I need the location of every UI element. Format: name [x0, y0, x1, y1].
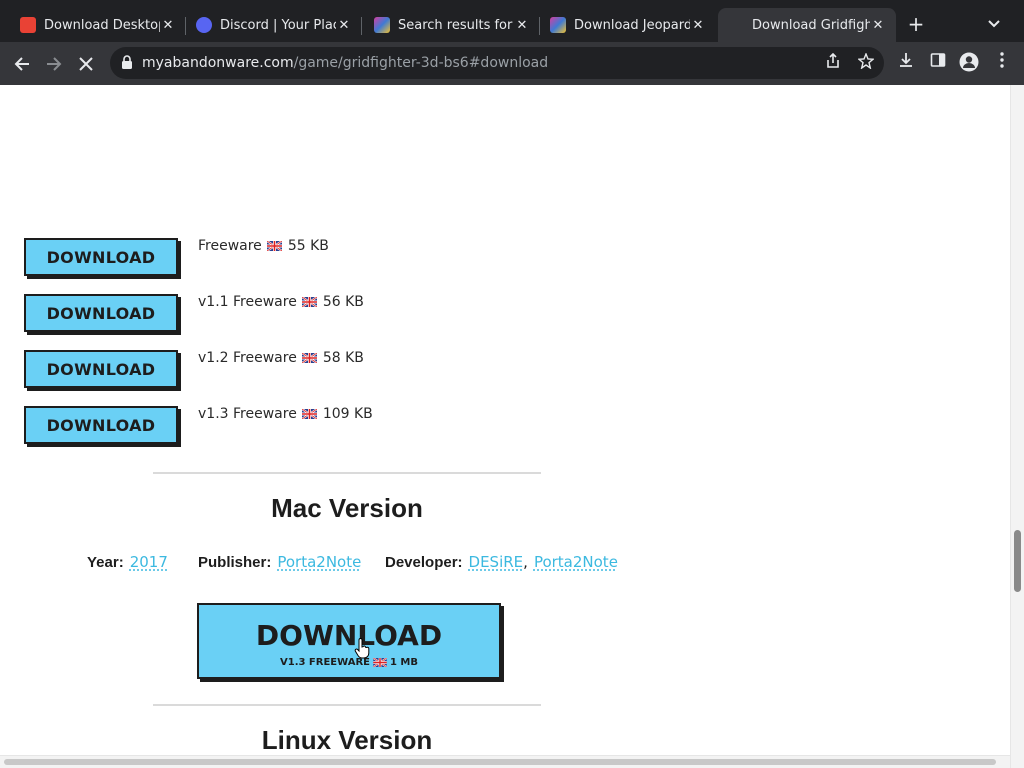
profile-avatar-icon[interactable] — [958, 52, 980, 74]
tab-search-chevron-icon[interactable] — [985, 12, 1003, 36]
hand-pointer-cursor-icon — [354, 638, 370, 659]
download-info-2: v1.1 Freeware 56 KB — [198, 294, 364, 310]
colorful-site-favicon-icon — [374, 17, 390, 33]
developer-label: Developer: — [385, 554, 463, 571]
discord-favicon-icon — [196, 17, 212, 33]
uk-flag-icon — [372, 658, 387, 667]
mac-version-heading: Mac Version — [271, 493, 423, 523]
license-text: Freeware — [233, 294, 297, 310]
browser-toolbar: myabandonware.com/game/gridfighter-3d-bs… — [0, 42, 1024, 85]
url-host: myabandonware.com — [142, 55, 294, 71]
horizontal-scrollbar[interactable] — [0, 755, 1010, 768]
tab-download-gridfighter[interactable]: Download Gridfight ✕ — [718, 8, 896, 42]
mac-download-button[interactable]: DOWNLOAD V1.3 FREEWARE 1 MB — [197, 603, 501, 679]
license-text: Freeware — [198, 238, 262, 254]
download-button-2[interactable]: DOWNLOAD — [24, 294, 178, 332]
kebab-menu-icon[interactable] — [991, 52, 1013, 74]
tab-search-results[interactable]: Search results for t ✕ — [354, 8, 540, 42]
tab-discord[interactable]: Discord | Your Place ✕ — [176, 8, 362, 42]
size-text: 56 KB — [322, 294, 364, 310]
tab-title: Download Desktop — [44, 17, 160, 33]
developer-separator: , — [523, 553, 528, 571]
url-path: /game/gridfighter-3d-bs6#download — [293, 55, 549, 71]
publisher-link[interactable]: Porta2Note — [277, 553, 361, 571]
close-tab-icon[interactable]: ✕ — [160, 18, 176, 33]
mac-download-label: DOWNLOAD — [255, 619, 443, 652]
uk-flag-icon — [301, 297, 317, 307]
developer-link-desire[interactable]: DESiRE — [469, 553, 524, 571]
vertical-scroll-thumb[interactable] — [1014, 530, 1021, 592]
license-text: Freeware — [233, 350, 297, 366]
close-tab-icon[interactable]: ✕ — [336, 18, 352, 33]
download-info-4: v1.3 Freeware 109 KB — [198, 406, 373, 422]
publisher-label: Publisher: — [198, 554, 272, 571]
download-button-4[interactable]: DOWNLOAD — [24, 406, 178, 444]
version-text: v1.2 — [198, 350, 229, 366]
tab-download-jeopardy[interactable]: Download Jeopardy ✕ — [530, 8, 716, 42]
download-info-3: v1.2 Freeware 58 KB — [198, 350, 364, 366]
size-text: 55 KB — [287, 238, 329, 254]
tab-title: Discord | Your Place — [220, 17, 336, 33]
year-meta: Year: 2017 — [87, 553, 168, 571]
bookmark-star-icon[interactable] — [856, 52, 876, 73]
uk-flag-icon — [301, 409, 317, 419]
download-button-1[interactable]: DOWNLOAD — [24, 238, 178, 276]
close-tab-icon[interactable]: ✕ — [690, 18, 706, 33]
tab-download-desktop[interactable]: Download Desktop ✕ — [0, 8, 186, 42]
downloads-icon[interactable] — [895, 52, 917, 74]
page-content: DOWNLOAD Freeware 55 KB DOWNLOAD v1.1 Fr… — [0, 85, 1010, 755]
size-text: 58 KB — [322, 350, 364, 366]
back-arrow-icon[interactable] — [8, 50, 36, 78]
size-text: 109 KB — [322, 406, 373, 422]
horizontal-scroll-thumb[interactable] — [4, 759, 996, 765]
year-link[interactable]: 2017 — [130, 553, 168, 571]
version-text: v1.3 — [198, 406, 229, 422]
download-button-3[interactable]: DOWNLOAD — [24, 350, 178, 388]
stop-loading-icon[interactable] — [72, 50, 100, 78]
mac-file-size: 1 MB — [389, 657, 418, 668]
section-divider — [153, 704, 541, 706]
new-tab-button[interactable]: + — [906, 12, 926, 36]
download-info-1: Freeware 55 KB — [198, 238, 329, 254]
uk-flag-icon — [301, 353, 317, 363]
colorful-site-favicon-icon — [550, 17, 566, 33]
tab-title: Download Gridfight — [752, 17, 870, 33]
developer-meta: Developer: DESiRE, Porta2Note — [385, 553, 618, 571]
uk-flag-icon — [266, 241, 282, 251]
publisher-meta: Publisher: Porta2Note — [198, 553, 361, 571]
address-bar[interactable]: myabandonware.com/game/gridfighter-3d-bs… — [110, 47, 884, 79]
year-label: Year: — [87, 554, 124, 571]
section-divider — [153, 472, 541, 474]
lock-icon — [122, 55, 132, 69]
close-tab-icon[interactable]: ✕ — [514, 18, 530, 33]
mac-download-details: V1.3 FREEWARE 1 MB — [199, 657, 499, 668]
red-game-favicon-icon — [20, 17, 36, 33]
version-text: v1.1 — [198, 294, 229, 310]
tab-strip: Download Desktop ✕ Discord | Your Place … — [0, 0, 1024, 42]
developer-link-porta2note[interactable]: Porta2Note — [534, 553, 618, 571]
share-icon[interactable] — [823, 52, 843, 73]
tab-title: Download Jeopardy — [574, 17, 690, 33]
tab-title: Search results for t — [398, 17, 514, 33]
close-tab-icon[interactable]: ✕ — [870, 18, 886, 33]
side-panel-icon[interactable] — [927, 52, 949, 74]
url-text: myabandonware.com/game/gridfighter-3d-bs… — [142, 55, 548, 71]
license-text: Freeware — [233, 406, 297, 422]
linux-version-heading: Linux Version — [261, 725, 433, 755]
vertical-scrollbar[interactable] — [1010, 85, 1024, 768]
forward-arrow-icon[interactable] — [40, 50, 68, 78]
